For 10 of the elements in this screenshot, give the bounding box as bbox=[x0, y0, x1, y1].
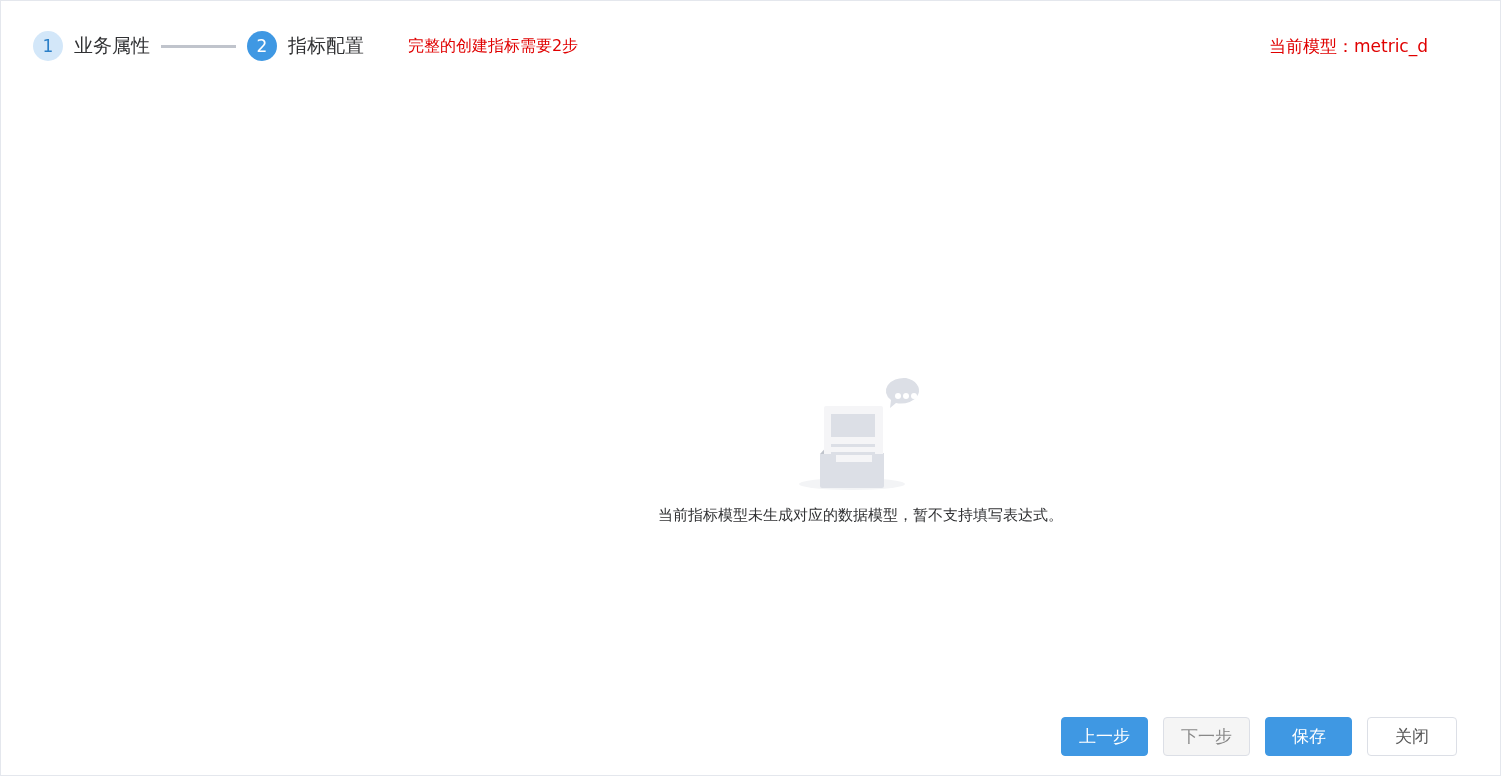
step-label: 业务属性 bbox=[74, 33, 150, 58]
footer-button[interactable]: 保存 bbox=[1265, 717, 1352, 756]
current-model-text: 当前模型：metric_d bbox=[1268, 34, 1428, 58]
hint-text: 完整的创建指标需要2步 bbox=[408, 35, 579, 57]
footer-button[interactable]: 上一步 bbox=[1061, 717, 1148, 756]
step-number: 1 bbox=[33, 31, 63, 61]
empty-state-message: 当前指标模型未生成对应的数据模型，暂不支持填写表达式。 bbox=[658, 505, 1063, 525]
footer-button[interactable]: 关闭 bbox=[1367, 717, 1457, 756]
step-label: 指标配置 bbox=[288, 33, 364, 58]
step-number: 2 bbox=[247, 31, 277, 61]
